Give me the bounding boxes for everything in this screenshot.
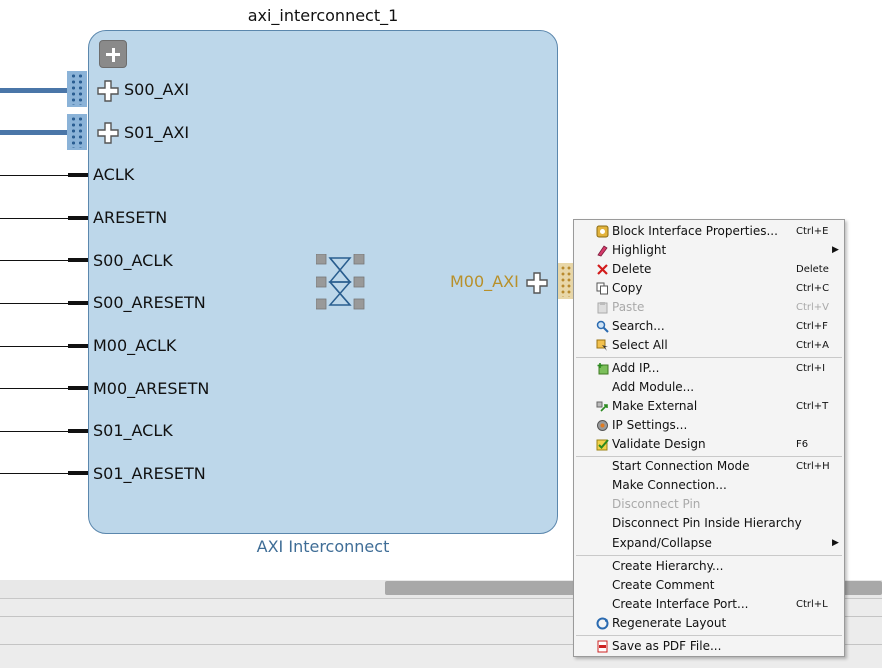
submenu-arrow-icon: ▶ — [832, 245, 839, 255]
interconnect-symbol-icon — [316, 254, 365, 310]
interface-plus-icon[interactable] — [97, 122, 119, 144]
interface-plus-icon[interactable] — [97, 80, 119, 102]
pin-label-s01-aclk: S01_ACLK — [93, 421, 173, 440]
delete-icon — [597, 264, 608, 275]
interface-connector-m00[interactable] — [558, 263, 573, 299]
pin-stub[interactable] — [68, 301, 88, 305]
pin-wire[interactable] — [0, 431, 70, 432]
pin-wire[interactable] — [0, 388, 70, 389]
menu-item-expand-collapse[interactable]: Expand/Collapse ▶ — [574, 534, 844, 553]
menu-item-disconnect-pin: Disconnect Pin — [612, 497, 701, 511]
menu-item-add-ip[interactable]: Add IP... Ctrl+I — [574, 359, 844, 378]
pin-wire[interactable] — [0, 473, 70, 474]
menu-item-add-module[interactable]: Add Module... — [574, 378, 844, 397]
menu-item-paste: Paste Ctrl+V — [574, 298, 844, 317]
menu-item-regenerate-layout[interactable]: Regenerate Layout — [574, 614, 844, 633]
pin-wire[interactable] — [0, 218, 70, 219]
port-label-s01-axi: S01_AXI — [124, 123, 190, 142]
menu-separator — [576, 357, 842, 358]
properties-icon — [596, 225, 609, 238]
menu-item-copy[interactable]: Copy Ctrl+C — [574, 279, 844, 298]
menu-item-create-comment[interactable]: Create Comment — [574, 576, 844, 595]
highlight-icon — [597, 245, 608, 257]
menu-item-create-interface-port[interactable]: Create Interface Port... Ctrl+L — [574, 595, 844, 614]
interface-connector-s00[interactable] — [67, 71, 87, 107]
pin-stub[interactable] — [68, 216, 88, 220]
menu-item-delete[interactable]: Delete Delete — [574, 260, 844, 279]
pin-label-m00-aclk: M00_ACLK — [93, 336, 177, 355]
menu-item-select-all[interactable]: Select All Ctrl+A — [574, 336, 844, 355]
pin-stub[interactable] — [68, 471, 88, 475]
add-ip-icon — [597, 363, 609, 375]
bus-wire-s00[interactable] — [0, 88, 68, 93]
pin-label-m00-aresetn: M00_ARESETN — [93, 379, 210, 398]
pin-stub[interactable] — [68, 344, 88, 348]
port-label-s00-axi: S00_AXI — [124, 80, 190, 99]
select-all-icon — [596, 339, 608, 351]
pin-label-aclk: ACLK — [93, 165, 135, 184]
pdf-icon — [597, 640, 608, 653]
menu-item-block-interface-properties[interactable]: Block Interface Properties... Ctrl+E — [574, 222, 844, 241]
expand-block-button[interactable] — [99, 40, 127, 68]
block-instance-name: axi_interconnect_1 — [247, 6, 399, 25]
context-menu[interactable]: Block Interface Properties... Ctrl+E Hig… — [573, 219, 845, 657]
submenu-arrow-icon: ▶ — [832, 538, 839, 548]
menu-separator — [576, 635, 842, 636]
pin-label-aresetn: ARESETN — [93, 208, 168, 227]
pin-stub[interactable] — [68, 258, 88, 262]
pin-label-s00-aclk: S00_ACLK — [93, 251, 173, 270]
validate-icon — [596, 439, 609, 451]
menu-item-disconnect-pin-inside-hierarchy[interactable]: Disconnect Pin Inside Hierarchy — [574, 514, 844, 533]
menu-item-highlight[interactable]: Highlight ▶ — [574, 241, 844, 260]
interface-plus-icon[interactable] — [526, 272, 548, 294]
pin-wire[interactable] — [0, 303, 70, 304]
menu-item-start-connection-mode[interactable]: Start Connection Mode Ctrl+H — [574, 457, 844, 476]
menu-item-make-connection[interactable]: Make Connection... — [574, 476, 844, 495]
pin-wire[interactable] — [0, 175, 70, 176]
pin-wire[interactable] — [0, 260, 70, 261]
pin-stub[interactable] — [68, 429, 88, 433]
copy-icon — [596, 282, 608, 295]
settings-icon — [597, 420, 608, 431]
menu-item-create-hierarchy[interactable]: Create Hierarchy... — [574, 557, 844, 576]
menu-item-save-as-pdf[interactable]: Save as PDF File... — [574, 637, 844, 656]
pin-stub[interactable] — [68, 386, 88, 390]
pin-label-s00-aresetn: S00_ARESETN — [93, 293, 206, 312]
regenerate-icon — [596, 617, 609, 630]
port-label-m00-axi: M00_AXI — [450, 272, 519, 291]
menu-separator — [576, 555, 842, 556]
menu-item-search[interactable]: Search... Ctrl+F — [574, 317, 844, 336]
search-icon — [596, 320, 609, 333]
menu-item-make-external[interactable]: Make External Ctrl+T — [574, 397, 844, 416]
block-ip-name: AXI Interconnect — [256, 537, 390, 556]
menu-item-validate-design[interactable]: Validate Design F6 — [574, 435, 844, 454]
pin-label-s01-aresetn: S01_ARESETN — [93, 464, 206, 483]
make-external-icon — [596, 401, 608, 412]
bus-wire-s01[interactable] — [0, 130, 68, 135]
pin-wire[interactable] — [0, 346, 70, 347]
pin-stub[interactable] — [68, 173, 88, 177]
menu-item-ip-settings[interactable]: IP Settings... — [574, 416, 844, 435]
interface-connector-s01[interactable] — [67, 114, 87, 150]
paste-icon — [597, 302, 608, 314]
